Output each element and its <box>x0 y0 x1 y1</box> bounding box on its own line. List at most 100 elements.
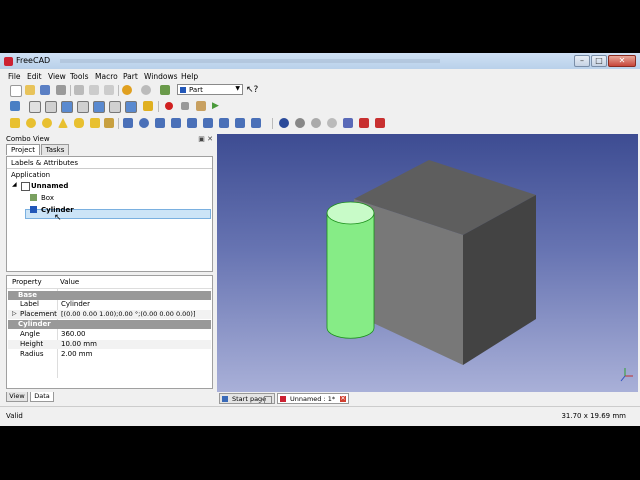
redo-icon[interactable] <box>141 85 151 95</box>
measure-distance-icon[interactable] <box>143 101 153 111</box>
fit-all-icon[interactable] <box>10 101 20 111</box>
revolve-icon[interactable] <box>139 118 149 128</box>
property-value[interactable]: [(0.00 0.00 1.00);0.00 °;(0.00 0.00 0.00… <box>61 310 196 318</box>
offset-icon[interactable] <box>251 118 261 128</box>
cylinder-object-icon <box>30 206 37 213</box>
property-value[interactable]: 360.00 <box>61 330 86 338</box>
freecad-logo-icon <box>4 57 13 66</box>
tab-tasks[interactable]: Tasks <box>41 144 69 155</box>
workbench-selector[interactable]: Part ▼ <box>177 84 243 95</box>
part-cylinder-icon[interactable] <box>26 118 36 128</box>
menu-windows[interactable]: Windows <box>144 72 177 81</box>
right-view-icon[interactable] <box>77 101 89 113</box>
3d-viewport[interactable] <box>217 134 638 392</box>
open-folder-icon[interactable] <box>25 85 35 95</box>
copy-icon[interactable] <box>89 85 99 95</box>
close-tab-icon[interactable] <box>264 396 272 404</box>
undo-icon[interactable] <box>122 85 132 95</box>
tree-item-document[interactable]: Unnamed <box>31 182 68 190</box>
minimize-button[interactable]: – <box>574 55 590 67</box>
property-value[interactable]: 10.00 mm <box>61 340 97 348</box>
rear-view-icon[interactable] <box>93 101 105 113</box>
cross-sections-icon[interactable] <box>359 118 369 128</box>
tree-item-box[interactable]: Box <box>41 194 54 202</box>
cylinder-side-face[interactable] <box>326 212 375 339</box>
property-row-radius[interactable]: Radius 2.00 mm <box>8 350 211 359</box>
part-primitives-icon[interactable] <box>90 118 100 128</box>
extrude-icon[interactable] <box>123 118 133 128</box>
property-value[interactable]: Cylinder <box>61 300 90 308</box>
tab-view[interactable]: View <box>6 392 28 402</box>
tab-data[interactable]: Data <box>30 392 54 402</box>
toolbar-separator <box>118 118 119 129</box>
fillet-icon[interactable] <box>171 118 181 128</box>
macro-record-icon[interactable] <box>165 102 173 110</box>
panel-float-close-icons[interactable]: ▣ ✕ <box>198 135 213 143</box>
tree-section-label: Application <box>11 171 51 179</box>
new-file-icon[interactable] <box>10 85 22 97</box>
paste-icon[interactable] <box>104 85 114 95</box>
ruled-surface-icon[interactable] <box>203 118 213 128</box>
property-group-cylinder[interactable]: Cylinder <box>8 320 211 329</box>
close-button[interactable]: ✕ <box>608 55 636 67</box>
3d-scene <box>326 160 633 382</box>
macro-run-icon[interactable]: ▶ <box>212 101 222 111</box>
boolean-icon[interactable] <box>279 118 289 128</box>
chevron-down-icon: ▼ <box>235 85 240 92</box>
property-group-base[interactable]: Base <box>8 291 211 300</box>
part-sphere-icon[interactable] <box>42 118 52 128</box>
left-view-icon[interactable] <box>125 101 137 113</box>
maximize-button[interactable]: □ <box>591 55 607 67</box>
front-view-icon[interactable] <box>45 101 57 113</box>
menu-tools[interactable]: Tools <box>70 72 88 81</box>
cylinder-top-face[interactable] <box>326 201 375 225</box>
shape-builder-icon[interactable] <box>104 118 114 128</box>
menu-part[interactable]: Part <box>123 72 138 81</box>
property-row-height[interactable]: Height 10.00 mm <box>8 340 211 349</box>
refresh-icon[interactable] <box>160 85 170 95</box>
mirror-icon[interactable] <box>155 118 165 128</box>
axonometric-icon[interactable] <box>29 101 41 113</box>
property-row-angle[interactable]: Angle 360.00 <box>8 330 211 339</box>
menu-view[interactable]: View <box>48 72 66 81</box>
part-cone-icon[interactable] <box>58 118 68 128</box>
value-column-header: Value <box>60 278 80 286</box>
print-icon[interactable] <box>56 85 66 95</box>
tab-start-page[interactable]: Start page <box>219 393 275 404</box>
close-tab-icon[interactable]: ✕ <box>340 396 346 402</box>
property-value[interactable]: 2.00 mm <box>61 350 92 358</box>
compound-icon[interactable] <box>375 118 385 128</box>
expand-arrow-icon[interactable]: ▷ <box>12 310 17 317</box>
macro-stop-icon[interactable] <box>181 102 189 110</box>
macro-edit-icon[interactable] <box>196 101 206 111</box>
expand-arrow-icon[interactable]: ◢ <box>12 181 17 188</box>
save-icon[interactable] <box>40 85 50 95</box>
box-object-icon <box>30 194 37 201</box>
tab-unnamed-document[interactable]: Unnamed : 1* ✕ <box>277 393 349 404</box>
chamfer-icon[interactable] <box>187 118 197 128</box>
sweep-icon[interactable] <box>235 118 245 128</box>
whats-this-icon[interactable]: ↖? <box>246 85 258 95</box>
title-bar: FreeCAD – □ ✕ <box>0 53 640 69</box>
part-box-icon[interactable] <box>10 118 20 128</box>
menu-macro[interactable]: Macro <box>95 72 118 81</box>
menu-edit[interactable]: Edit <box>27 72 42 81</box>
property-name: Height <box>20 340 44 348</box>
cut-shape-icon[interactable] <box>295 118 305 128</box>
bottom-view-icon[interactable] <box>109 101 121 113</box>
top-view-icon[interactable] <box>61 101 73 113</box>
property-row-placement[interactable]: ▷ Placement [(0.00 0.00 1.00);0.00 °;(0.… <box>8 310 211 319</box>
cut-icon[interactable] <box>74 85 84 95</box>
tab-project[interactable]: Project <box>6 144 40 155</box>
menu-help[interactable]: Help <box>181 72 198 81</box>
menu-file[interactable]: File <box>8 72 21 81</box>
property-row-label[interactable]: Label Cylinder <box>8 300 211 309</box>
section-icon[interactable] <box>343 118 353 128</box>
loft-icon[interactable] <box>219 118 229 128</box>
mouse-cursor-icon: ↖ <box>54 213 62 223</box>
part-torus-icon[interactable] <box>74 118 84 128</box>
combo-view-title: Combo View <box>6 135 50 143</box>
fuse-icon[interactable] <box>311 118 321 128</box>
common-icon[interactable] <box>327 118 337 128</box>
window-title: FreeCAD <box>16 56 51 65</box>
